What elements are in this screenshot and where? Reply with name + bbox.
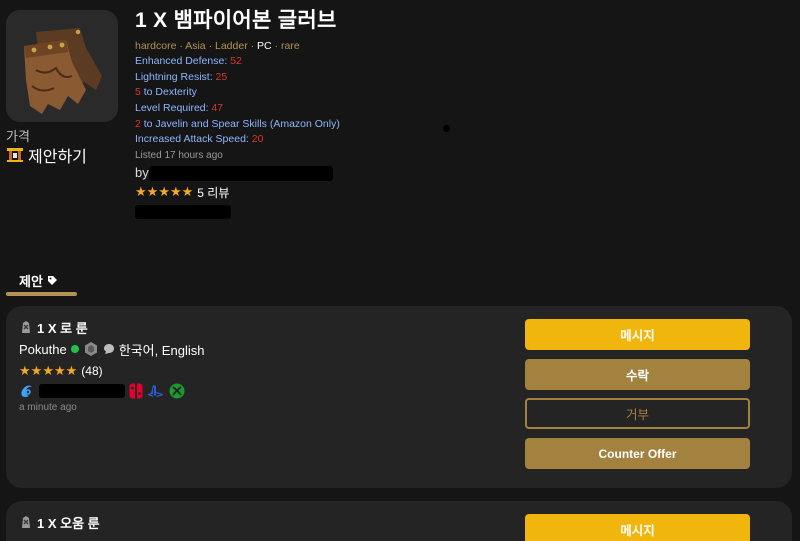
- make-offer-button[interactable]: 제안하기: [6, 143, 87, 167]
- item-tag: PC: [257, 40, 272, 52]
- item-title: 1 X 뱀파이어본 글러브: [135, 6, 555, 36]
- gloves-icon: [6, 10, 118, 122]
- offer-card: 1 X 로 룬 Pokuthe 한국어, English ★★★★★ (48): [6, 306, 792, 488]
- item-tag: hardcore: [135, 40, 177, 52]
- decorative-dot: [443, 125, 450, 132]
- offer-card: 1 X 오움 룬 메시지: [6, 501, 792, 541]
- item-stat: 5 to Dexterity: [135, 85, 555, 101]
- item-details: 1 X 뱀파이어본 글러브 hardcore · Asia · Ladder ·…: [135, 6, 555, 221]
- tab-offers[interactable]: 제안: [6, 268, 77, 298]
- star-icon: ★: [53, 362, 66, 378]
- star-icon: ★: [30, 362, 43, 378]
- stat-label: to Javelin and Spear Skills (Amazon Only…: [140, 117, 340, 130]
- xbox-icon: [169, 383, 185, 399]
- stat-value: 47: [211, 102, 224, 115]
- message-button[interactable]: 메시지: [525, 514, 750, 541]
- star-icon: ★: [169, 184, 182, 200]
- stat-label: Increased Attack Speed:: [135, 133, 252, 146]
- reject-button[interactable]: 거부: [525, 398, 750, 429]
- rune-icon: [22, 321, 30, 333]
- redacted-seller-name: [149, 166, 333, 182]
- item-tag: Ladder: [215, 40, 248, 52]
- offer-title: 1 X 오움 룬: [19, 513, 100, 531]
- star-icon: ★: [146, 184, 159, 200]
- seller-reviews[interactable]: 5 리뷰: [197, 184, 229, 201]
- stat-value: 52: [230, 55, 242, 67]
- rune-icon: [22, 516, 30, 528]
- offer-stars: ★★★★★: [19, 362, 77, 380]
- offer-username[interactable]: Pokuthe: [19, 342, 67, 357]
- stat-label: Lightning Resist:: [135, 70, 216, 83]
- tag-separator: ·: [205, 40, 215, 52]
- star-icon: ★: [19, 362, 31, 378]
- message-button[interactable]: 메시지: [525, 319, 750, 350]
- stat-label: to Dexterity: [140, 86, 197, 99]
- by-label: by: [135, 165, 149, 181]
- stat-value: 25: [215, 70, 228, 83]
- star-icon: ★: [158, 184, 170, 200]
- offer-languages: 한국어, English: [118, 342, 205, 358]
- item-tag: Asia: [185, 40, 206, 52]
- seller-rating: ★★★★★ 5 리뷰: [135, 183, 555, 201]
- rank-badge-icon: [84, 342, 97, 356]
- playstation-icon: [147, 385, 163, 397]
- make-offer-label: 제안하기: [28, 149, 87, 166]
- offer-title: 1 X 로 룬: [19, 318, 204, 336]
- star-icon: ★: [135, 184, 147, 200]
- item-tags: hardcore · Asia · Ladder · PC · rare: [135, 38, 555, 54]
- item-stat: Level Required: 47: [135, 101, 555, 117]
- item-stat: Enhanced Defense: 52: [135, 54, 555, 70]
- tag-separator: ·: [271, 40, 281, 52]
- listed-time: Listed 17 hours ago: [135, 150, 223, 162]
- accept-button[interactable]: 수락: [525, 359, 750, 390]
- redacted-info: [135, 205, 231, 220]
- platform-list: [19, 382, 204, 400]
- offer-time-ago: a minute ago: [19, 402, 77, 413]
- chat-bubble-icon: [103, 344, 114, 354]
- nintendo-switch-icon: [129, 383, 143, 399]
- offer-info: 1 X 오움 룬: [19, 513, 100, 531]
- tag-icon: [47, 276, 57, 285]
- tab-active-underline: [6, 292, 77, 296]
- tab-offers-label: 제안: [19, 271, 58, 290]
- offer-user-row: Pokuthe 한국어, English: [19, 340, 204, 358]
- item-stats: Enhanced Defense: 52 Lightning Resist: 25…: [135, 54, 555, 148]
- item-stat: 2 to Javelin and Spear Skills (Amazon On…: [135, 117, 555, 133]
- tag-separator: ·: [176, 40, 186, 52]
- seller-line[interactable]: by: [135, 164, 555, 182]
- seller-stars: ★★★★★: [135, 183, 193, 201]
- battlenet-icon: [21, 385, 32, 397]
- scale-icon: [7, 148, 23, 162]
- online-status-icon: [70, 345, 79, 353]
- star-icon: ★: [65, 362, 78, 378]
- redacted-platform-id: [39, 384, 125, 398]
- redacted-line: [135, 203, 555, 221]
- counter-offer-button[interactable]: Counter Offer: [525, 438, 750, 469]
- offer-rating-count[interactable]: (48): [81, 364, 102, 378]
- item-stat: Lightning Resist: 25: [135, 70, 555, 86]
- item-stat: Increased Attack Speed: 20: [135, 132, 555, 148]
- stat-label: Enhanced Defense:: [135, 55, 231, 67]
- item-tag: rare: [280, 40, 300, 52]
- offer-user-rating: ★★★★★ (48): [19, 362, 204, 379]
- stat-label: Level Required:: [135, 102, 212, 115]
- item-quantity: 1 X: [135, 9, 168, 32]
- star-icon: ★: [42, 362, 54, 378]
- offer-info: 1 X 로 룬 Pokuthe 한국어, English ★★★★★ (48): [19, 318, 204, 414]
- item-name: 뱀파이어본 글러브: [173, 9, 337, 32]
- item-image: [6, 10, 118, 122]
- tag-separator: ·: [247, 40, 258, 52]
- star-icon: ★: [181, 184, 194, 200]
- stat-value: 20: [251, 133, 264, 146]
